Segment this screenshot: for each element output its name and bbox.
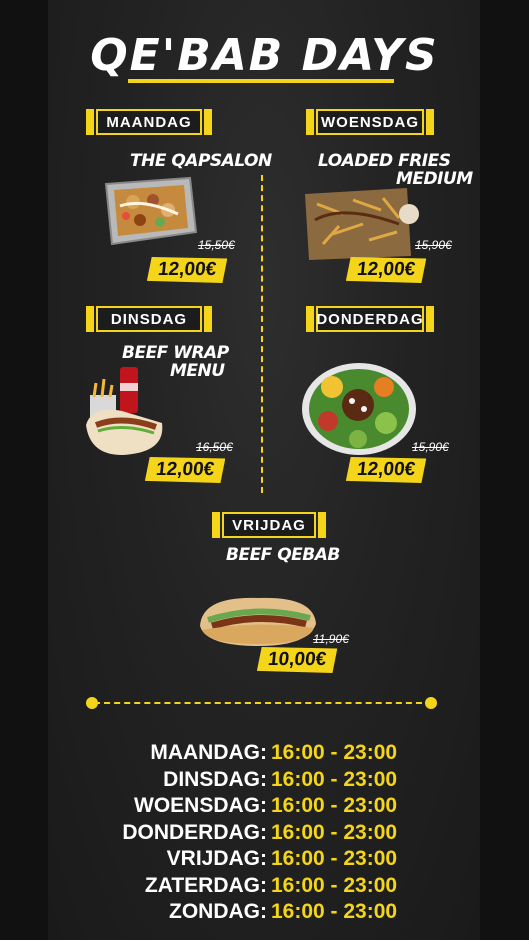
hours-time: 16:00 - 23:00	[271, 820, 398, 844]
hours-day: DONDERDAG:	[122, 820, 267, 844]
hours-time: 16:00 - 23:00	[271, 847, 398, 871]
hours-day: WOENSDAG:	[134, 794, 267, 818]
price-donderdag: 12,00€	[346, 457, 427, 483]
hours-row: ZONDAG: 16:00 - 23:00	[0, 899, 529, 926]
item-name-qapsalon: THE QAPSALON	[130, 151, 272, 171]
hours-time: 16:00 - 23:00	[271, 741, 398, 765]
hours-time: 16:00 - 23:00	[271, 794, 398, 818]
hours-day: VRIJDAG:	[166, 847, 267, 871]
hours-row: DONDERDAG: 16:00 - 23:00	[0, 820, 529, 847]
day-tag-maandag: MAANDAG	[86, 109, 212, 135]
hours-day: DINSDAG:	[163, 767, 267, 791]
divider-dot-left	[86, 697, 98, 709]
divider-dot-right	[425, 697, 437, 709]
hours-row: DINSDAG: 16:00 - 23:00	[0, 767, 529, 794]
price-dinsdag: 12,00€	[145, 457, 226, 483]
old-price-donderdag: 15,90€	[412, 440, 449, 454]
page-title: QE'BAB DAYS	[90, 30, 439, 81]
item-name-loaded-fries-line1: LOADED FRIES	[318, 151, 451, 171]
hours-day: ZATERDAG:	[144, 873, 267, 897]
opening-hours: MAANDAG: 16:00 - 23:00 DINSDAG: 16:00 - …	[0, 740, 529, 926]
hours-day: ZONDAG:	[169, 900, 267, 924]
hours-row: VRIJDAG: 16:00 - 23:00	[0, 846, 529, 873]
hours-time: 16:00 - 23:00	[271, 900, 398, 924]
hours-time: 16:00 - 23:00	[271, 767, 398, 791]
price-maandag: 12,00€	[147, 257, 228, 283]
hours-time: 16:00 - 23:00	[271, 873, 398, 897]
qapsalon-image	[104, 176, 198, 246]
hours-row: WOENSDAG: 16:00 - 23:00	[0, 793, 529, 820]
poke-bowl-image	[302, 363, 416, 455]
day-tag-vrijdag: VRIJDAG	[212, 512, 326, 538]
old-price-maandag: 15,50€	[198, 238, 235, 252]
old-price-vrijdag: 11,90€	[313, 632, 349, 646]
vertical-divider	[261, 175, 263, 493]
title-underline	[128, 79, 394, 83]
day-tag-woensdag: WOENSDAG	[306, 109, 434, 135]
price-vrijdag: 10,00€	[257, 647, 338, 673]
hours-row: ZATERDAG: 16:00 - 23:00	[0, 873, 529, 900]
item-name-beef-wrap-line2: MENU	[170, 361, 225, 381]
item-name-beef-wrap-line1: BEEF WRAP	[122, 343, 229, 363]
hours-day: MAANDAG:	[150, 741, 267, 765]
loaded-fries-image	[305, 188, 419, 260]
beef-qebab-image	[200, 597, 316, 646]
old-price-dinsdag: 16,50€	[196, 440, 233, 454]
old-price-woensdag: 15,90€	[415, 238, 452, 252]
hours-divider-line	[94, 702, 432, 704]
hours-row: MAANDAG: 16:00 - 23:00	[0, 740, 529, 767]
price-woensdag: 12,00€	[346, 257, 427, 283]
item-name-beef-qebab: BEEF QEBAB	[226, 545, 340, 565]
beef-wrap-menu-image	[86, 367, 163, 455]
day-tag-donderdag: DONDERDAG	[306, 306, 434, 332]
day-tag-dinsdag: DINSDAG	[86, 306, 212, 332]
